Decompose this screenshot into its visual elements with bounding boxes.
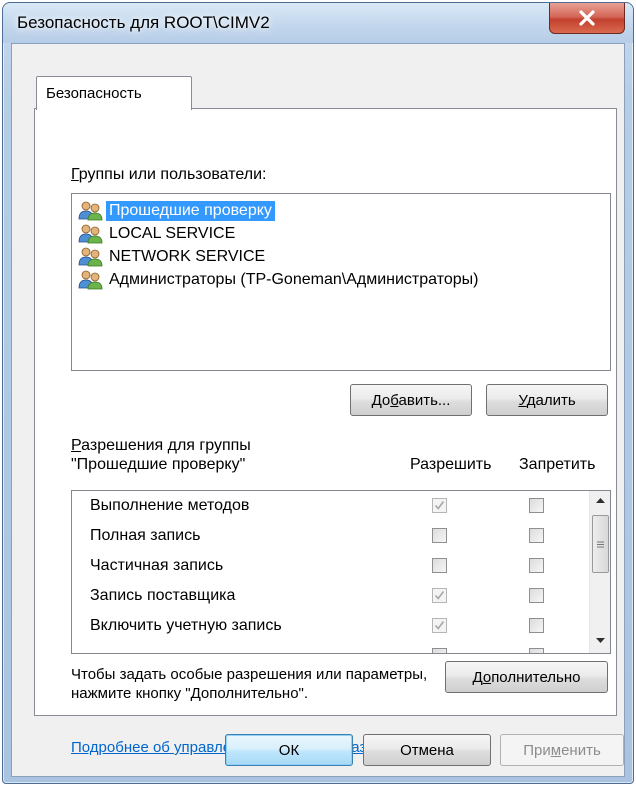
permissions-label-text: Разрешения для группы — [71, 437, 251, 454]
permission-row: Включить учетную запись — [72, 612, 582, 642]
allow-column-header: Разрешить — [410, 456, 492, 473]
advanced-button-label: Дополнительно — [472, 668, 581, 686]
user-group-icon — [78, 247, 103, 267]
group-list-item[interactable]: Администраторы (TP-Goneman\Администратор… — [78, 269, 481, 291]
allow-checkbox[interactable] — [432, 648, 447, 653]
tab-security[interactable]: Безопасность — [36, 76, 192, 110]
remove-button-label: Удалить — [518, 391, 576, 409]
cancel-label: Отмена — [400, 741, 454, 759]
window-title: Безопасность для ROOT\CIMV2 — [17, 13, 270, 32]
permission-name: Полная запись — [90, 527, 201, 544]
user-group-icon — [78, 270, 103, 290]
allow-checkbox[interactable] — [432, 558, 447, 573]
permissions-scrollbar[interactable] — [589, 491, 610, 653]
groups-listbox[interactable]: Прошедшие проверку LOCAL SERVICE NETWORK S… — [71, 193, 611, 371]
deny-checkbox[interactable] — [529, 618, 544, 633]
deny-checkbox[interactable] — [529, 498, 544, 513]
group-list-item[interactable]: LOCAL SERVICE — [78, 223, 238, 245]
scroll-down-icon — [595, 637, 605, 643]
scroll-thumb[interactable] — [592, 515, 609, 573]
permission-row: Выполнение методов — [72, 492, 582, 522]
user-group-icon — [78, 224, 103, 244]
apply-button[interactable]: Применить — [500, 734, 624, 766]
allow-checkbox[interactable] — [432, 618, 447, 633]
add-button[interactable]: Добавить... — [350, 384, 472, 416]
permission-row: Частичная запись — [72, 552, 582, 582]
deny-checkbox[interactable] — [529, 528, 544, 543]
allow-checkbox[interactable] — [432, 588, 447, 603]
permission-row-partial — [72, 642, 582, 653]
permission-name: Запись поставщика — [90, 587, 236, 604]
title-bar[interactable]: Безопасность для ROOT\CIMV2 — [3, 3, 633, 43]
remove-button[interactable]: Удалить — [486, 384, 608, 416]
apply-button-label: Применить — [523, 741, 601, 759]
add-button-label: Добавить... — [371, 391, 451, 409]
cancel-button[interactable]: Отмена — [363, 734, 491, 766]
allow-checkbox[interactable] — [432, 528, 447, 543]
dialog-client-area: Безопасность Группы или пользователи: Пр… — [11, 43, 625, 777]
checkmark-icon — [434, 621, 445, 630]
permission-name: Частичная запись — [90, 557, 224, 574]
permission-row: Запись поставщика — [72, 582, 582, 612]
grip-icon — [597, 541, 604, 547]
deny-checkbox[interactable] — [529, 558, 544, 573]
groups-label-text: Группы или пользователи: — [71, 166, 267, 183]
permission-name: Выполнение методов — [90, 497, 250, 514]
ok-button[interactable]: ОК — [225, 734, 353, 766]
groups-label: Группы или пользователи: — [71, 166, 266, 184]
group-list-item[interactable]: NETWORK SERVICE — [78, 246, 268, 268]
close-icon — [579, 10, 595, 26]
deny-column-header: Запретить — [519, 456, 596, 473]
checkmark-icon — [434, 591, 445, 600]
tab-security-label: Безопасность — [46, 85, 142, 102]
group-name: LOCAL SERVICE — [109, 225, 236, 242]
scroll-up-icon — [595, 497, 605, 503]
scroll-up-button[interactable] — [590, 491, 610, 509]
permission-name: Включить учетную запись — [90, 617, 282, 634]
user-group-icon — [78, 201, 103, 221]
permissions-label: Разрешения для группы — [71, 437, 251, 455]
dialog-window: Безопасность для ROOT\CIMV2 Безопасность… — [2, 2, 634, 784]
group-name: Прошедшие проверку — [106, 201, 275, 221]
deny-checkbox[interactable] — [529, 588, 544, 603]
ok-label: ОК — [278, 741, 300, 759]
advanced-help-text: Чтобы задать особые разрешения или парам… — [71, 666, 428, 702]
permissions-group-name: "Прошедшие проверку" — [71, 456, 246, 473]
group-name: NETWORK SERVICE — [109, 248, 266, 265]
allow-checkbox[interactable] — [432, 498, 447, 513]
group-name: Администраторы (TP-Goneman\Администратор… — [109, 271, 479, 288]
advanced-button[interactable]: Дополнительно — [445, 661, 608, 693]
permission-row: Полная запись — [72, 522, 582, 552]
group-list-item[interactable]: Прошедшие проверку — [78, 200, 275, 222]
deny-checkbox[interactable] — [529, 648, 544, 653]
scroll-down-button[interactable] — [590, 631, 610, 649]
permissions-list: Выполнение методов Полная запись Частичная… — [71, 490, 611, 654]
close-button[interactable] — [549, 3, 625, 34]
checkmark-icon — [434, 501, 445, 510]
